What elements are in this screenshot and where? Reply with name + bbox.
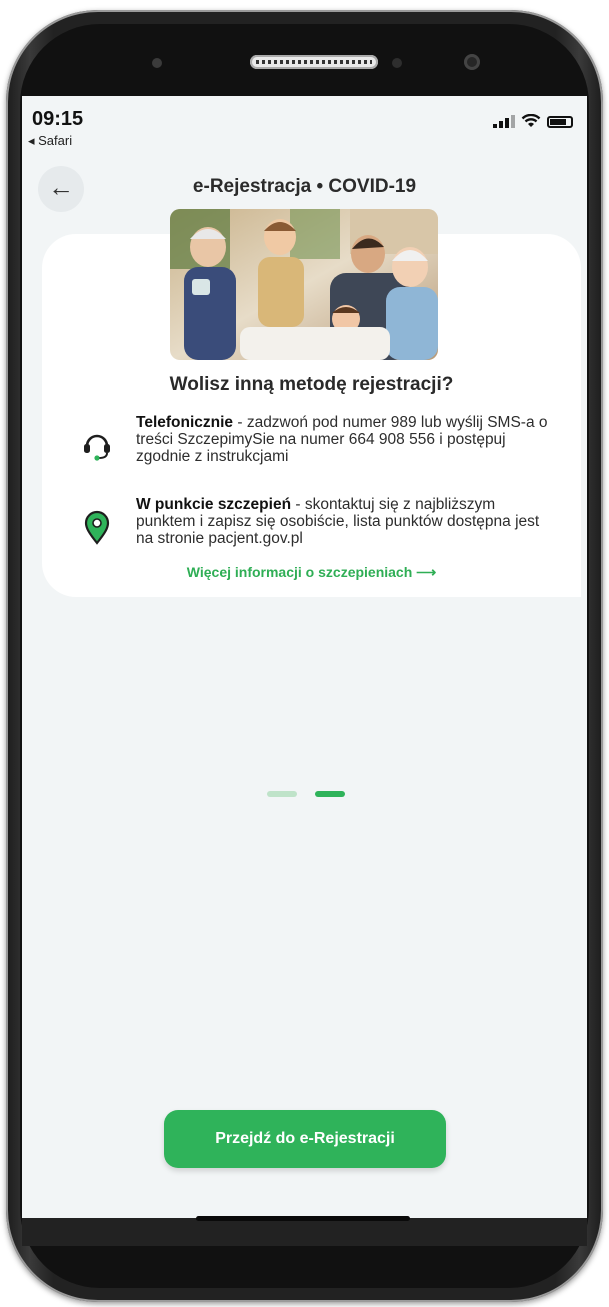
page-dot-active[interactable] <box>315 791 345 797</box>
sensor-dot <box>392 58 402 68</box>
more-info-link[interactable]: Więcej informacji o szczepieniach ⟶ <box>42 564 581 581</box>
status-icons <box>493 114 573 128</box>
speaker-grille <box>250 55 378 69</box>
app-screen: 09:15 ◂ Safari ← e-Rejestracja • COVID-1… <box>22 96 587 1246</box>
headset-icon <box>84 434 110 461</box>
option-in-person-text: W punkcie szczepień - skontaktuj się z n… <box>136 496 556 547</box>
option-phone-text: Telefonicznie - zadzwoń pod numer 989 lu… <box>136 414 556 465</box>
option-in-person-title: W punkcie szczepień <box>136 496 292 513</box>
front-camera <box>464 54 480 70</box>
app-header: ← e-Rejestracja • COVID-19 <box>22 162 587 214</box>
option-phone-title: Telefonicznie <box>136 414 234 431</box>
location-pin-icon <box>84 510 110 545</box>
go-to-e-registration-button[interactable]: Przejdź do e-Rejestracji <box>164 1110 446 1168</box>
wifi-icon <box>521 114 541 127</box>
battery-icon <box>547 116 573 128</box>
card-question: Wolisz inną metodę rejestracji? <box>169 374 454 395</box>
page-title: e-Rejestracja • COVID-19 <box>192 176 417 197</box>
home-indicator[interactable] <box>196 1216 410 1221</box>
cellular-signal-icon <box>493 115 515 128</box>
status-bar: 09:15 ◂ Safari <box>22 96 587 156</box>
status-time: 09:15 <box>32 108 84 130</box>
family-photo <box>170 209 438 360</box>
bottom-bar <box>22 1218 587 1246</box>
page-dot-inactive[interactable] <box>267 791 297 797</box>
sensor-dot <box>152 58 162 68</box>
back-to-safari-link[interactable]: ◂ Safari <box>28 133 72 149</box>
pagination-dots <box>267 791 345 797</box>
